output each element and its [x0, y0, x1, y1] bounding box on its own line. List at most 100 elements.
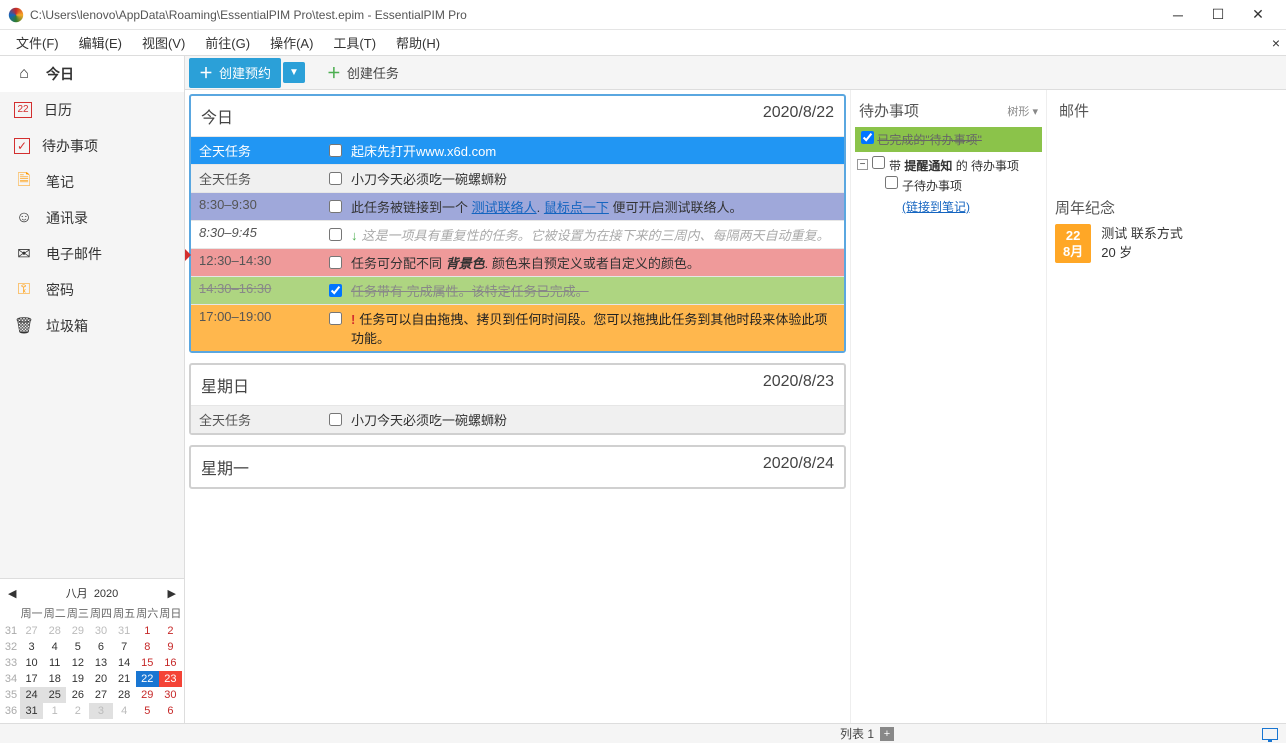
- contact-link[interactable]: 测试联络人: [472, 200, 537, 215]
- sunday-label: 星期日: [201, 373, 249, 397]
- menubar: 文件(F) 编辑(E) 视图(V) 前往(G) 操作(A) 工具(T) 帮助(H…: [0, 30, 1286, 56]
- agenda-row[interactable]: 8:30–9:30 此任务被链接到一个 测试联络人. 鼠标点一下 便可开启测试联…: [191, 192, 844, 220]
- nav-trash-label: 垃圾箱: [46, 316, 88, 336]
- todo-item[interactable]: − 带 提醒通知 的 待办事项: [857, 156, 1040, 176]
- trash-icon: 🗑: [14, 316, 34, 336]
- maximize-button[interactable]: ☐: [1198, 0, 1238, 30]
- add-list-button[interactable]: +: [880, 727, 894, 741]
- nav-today[interactable]: ⌂ 今日: [0, 56, 184, 92]
- tree-collapse-icon[interactable]: −: [857, 159, 868, 170]
- sidebar: ⌂ 今日 22 日历 ✓ 待办事项 🗎 笔记 ☺ 通讯录 ✉ 电子邮件: [0, 56, 185, 723]
- todo-subitem[interactable]: 子待办事项(链接到笔记): [857, 176, 1040, 217]
- sunday-date: 2020/8/23: [763, 373, 834, 397]
- minical-grid[interactable]: 周一周二周三周四周五周六周日 31272829303112 323456789 …: [2, 603, 182, 719]
- today-label: 今日: [201, 104, 233, 128]
- display-icon[interactable]: [1262, 728, 1278, 740]
- nav-passwords-label: 密码: [46, 280, 74, 300]
- today-block: 今日 2020/8/22 全天任务 起床先打开www.x6d.com 全天任务 …: [189, 94, 846, 353]
- create-task-button[interactable]: ＋ 创建任务: [317, 58, 409, 88]
- create-appointment-button[interactable]: ＋ 创建预约: [189, 58, 281, 88]
- agenda-row[interactable]: 14:30–16:30 任务带有 完成属性。该特定任务已完成。: [191, 276, 844, 304]
- note-icon: 🗎: [14, 172, 34, 192]
- todo-checkbox[interactable]: [861, 131, 874, 144]
- key-icon: ⚿: [14, 280, 34, 300]
- task-checkbox[interactable]: [329, 144, 342, 157]
- close-button[interactable]: ✕: [1238, 0, 1278, 30]
- agenda-row[interactable]: 全天任务 小刀今天必须吃一碗螺蛳粉: [191, 164, 844, 192]
- list-tab[interactable]: 列表 1: [840, 725, 874, 742]
- plus-icon: ＋: [199, 63, 213, 83]
- nav-calendar-label: 日历: [44, 100, 72, 120]
- nav-mail[interactable]: ✉ 电子邮件: [0, 236, 184, 272]
- menu-go[interactable]: 前往(G): [195, 29, 260, 56]
- hint-link[interactable]: 鼠标点一下: [544, 200, 609, 215]
- nav-calendar[interactable]: 22 日历: [0, 92, 184, 128]
- menu-help[interactable]: 帮助(H): [386, 29, 450, 56]
- menubar-close-icon[interactable]: ×: [1272, 35, 1280, 51]
- agenda-row[interactable]: 全天任务 起床先打开www.x6d.com: [191, 136, 844, 164]
- nav-passwords[interactable]: ⚿ 密码: [0, 272, 184, 308]
- menu-view[interactable]: 视图(V): [132, 29, 195, 56]
- menu-edit[interactable]: 编辑(E): [69, 29, 132, 56]
- task-checkbox[interactable]: [329, 284, 342, 297]
- task-checkbox[interactable]: [329, 312, 342, 325]
- app-logo-icon: [8, 7, 24, 23]
- priority-icon: !: [351, 312, 355, 327]
- window-controls: ─ ☐ ✕: [1158, 0, 1278, 30]
- contacts-icon: ☺: [14, 208, 34, 228]
- todo-panel: 待办事项 树形 ▾ 已完成的"待办事项" − 带 提醒通知 的 待办事项 子: [850, 90, 1046, 723]
- agenda-column: 今日 2020/8/22 全天任务 起床先打开www.x6d.com 全天任务 …: [185, 90, 850, 723]
- create-appointment-dropdown[interactable]: ▼: [283, 62, 305, 83]
- menu-file[interactable]: 文件(F): [6, 29, 69, 56]
- task-checkbox[interactable]: [329, 172, 342, 185]
- nav-notes-label: 笔记: [46, 172, 74, 192]
- minimize-button[interactable]: ─: [1158, 0, 1198, 30]
- todo-viewmode[interactable]: 树形 ▾: [1007, 103, 1038, 119]
- monday-block: 星期一 2020/8/24: [189, 445, 846, 489]
- agenda-row[interactable]: 12:30–14:30 任务可分配不同 背景色. 颜色来自预定义或者自定义的颜色…: [191, 248, 844, 276]
- current-marker-icon: [185, 249, 191, 261]
- agenda-row[interactable]: 17:00–19:00 !任务可以自由拖拽、拷贝到任何时间段。您可以拖拽此任务到…: [191, 304, 844, 351]
- anniv-title: 周年纪念: [1055, 197, 1278, 218]
- nav-trash[interactable]: 🗑 垃圾箱: [0, 308, 184, 344]
- nav-contacts-label: 通讯录: [46, 208, 88, 228]
- todo-completed-row[interactable]: 已完成的"待办事项": [855, 127, 1042, 152]
- task-checkbox[interactable]: [329, 228, 342, 241]
- nav-contacts[interactable]: ☺ 通讯录: [0, 200, 184, 236]
- agenda-row[interactable]: 8:30–9:45 ↓这是一项具有重复性的任务。它被设置为在接下来的三周内、每隔…: [191, 220, 844, 248]
- sunday-block: 星期日 2020/8/23 全天任务 小刀今天必须吃一碗螺蛳粉: [189, 363, 846, 435]
- note-link[interactable]: (链接到笔记): [902, 200, 970, 214]
- agenda-row[interactable]: 全天任务 小刀今天必须吃一碗螺蛳粉: [191, 405, 844, 433]
- todo-checkbox[interactable]: [885, 176, 898, 189]
- monday-date: 2020/8/24: [763, 455, 834, 479]
- task-checkbox[interactable]: [329, 256, 342, 269]
- task-checkbox[interactable]: [329, 413, 342, 426]
- repeat-icon: ↓: [351, 228, 358, 243]
- minical-prev[interactable]: ◀: [8, 587, 16, 600]
- check-icon: ✓: [14, 138, 30, 154]
- nav-today-label: 今日: [46, 64, 74, 84]
- toolbar: ＋ 创建预约 ▼ ＋ 创建任务: [185, 56, 1286, 90]
- titlebar: C:\Users\lenovo\AppData\Roaming\Essentia…: [0, 0, 1286, 30]
- nav-tasks[interactable]: ✓ 待办事项: [0, 128, 184, 164]
- today-date: 2020/8/22: [763, 104, 834, 128]
- todo-checkbox[interactable]: [872, 156, 885, 169]
- mail-title: 邮件: [1059, 100, 1089, 121]
- anniv-badge: 228月: [1055, 224, 1091, 263]
- home-icon: ⌂: [14, 64, 34, 84]
- task-checkbox[interactable]: [329, 200, 342, 213]
- calendar-icon: 22: [14, 102, 32, 118]
- nav-tasks-label: 待办事项: [42, 136, 98, 156]
- statusbar: 列表 1 +: [0, 723, 1286, 743]
- minical-next[interactable]: ▶: [168, 587, 176, 600]
- menu-operate[interactable]: 操作(A): [260, 29, 323, 56]
- nav-notes[interactable]: 🗎 笔记: [0, 164, 184, 200]
- plus-green-icon: ＋: [327, 63, 341, 83]
- mail-icon: ✉: [14, 244, 34, 264]
- nav-mail-label: 电子邮件: [46, 244, 102, 264]
- minical-title[interactable]: 八月 2020: [66, 585, 119, 601]
- anniv-item[interactable]: 228月 测试 联系方式 20 岁: [1055, 224, 1278, 263]
- menu-tools[interactable]: 工具(T): [323, 29, 386, 56]
- anniversary-panel: 周年纪念 228月 测试 联系方式 20 岁: [1055, 197, 1278, 263]
- window-title: C:\Users\lenovo\AppData\Roaming\Essentia…: [30, 8, 1158, 22]
